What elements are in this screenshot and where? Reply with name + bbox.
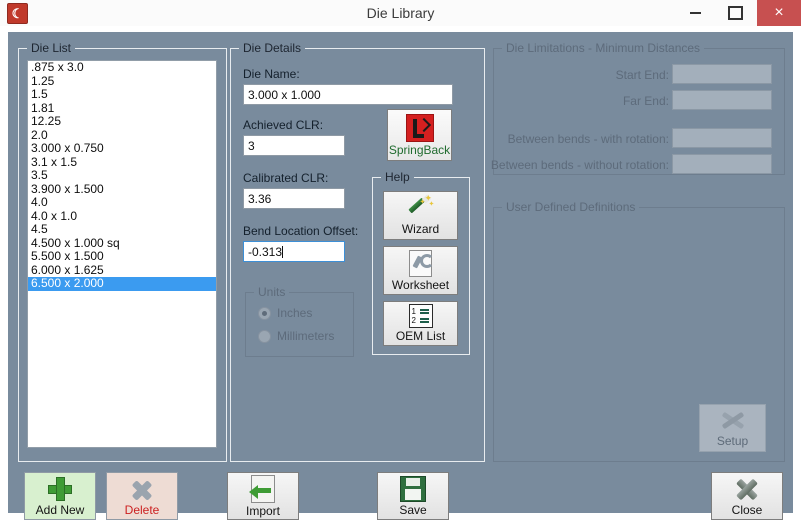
delete-button[interactable]: Delete xyxy=(106,472,178,520)
help-legend: Help xyxy=(381,170,414,184)
calibrated-clr-input[interactable]: 3.36 xyxy=(243,188,345,209)
die-name-input[interactable]: 3.000 x 1.000 xyxy=(243,84,453,105)
oem-list-icon: 1 2 xyxy=(408,304,433,328)
window-frame: Die List .875 x 3.0 1.25 1.5 1.81 12.25 2.0 3.… xyxy=(0,26,801,520)
die-list-item[interactable]: 1.25 xyxy=(28,74,216,89)
die-list-item[interactable]: 4.0 xyxy=(28,195,216,210)
text-caret xyxy=(282,246,284,258)
maximize-button[interactable] xyxy=(713,0,757,26)
close-button[interactable]: Close xyxy=(711,472,783,520)
save-label: Save xyxy=(399,502,427,517)
plus-icon xyxy=(47,476,73,502)
maximize-icon xyxy=(727,6,743,20)
close-label: Close xyxy=(731,502,763,517)
oem-icon-line2: 2 xyxy=(411,316,416,325)
die-list-item[interactable]: 3.900 x 1.500 xyxy=(28,182,216,197)
bend-location-offset-label: Bend Location Offset: xyxy=(243,224,359,238)
die-limitations-group: Die Limitations - Minimum Distances Star… xyxy=(490,41,785,175)
user-defined-legend: User Defined Definitions xyxy=(502,200,640,214)
worksheet-label: Worksheet xyxy=(391,277,450,292)
import-button[interactable]: Import xyxy=(227,472,299,520)
oem-icon-line1: 1 xyxy=(411,307,416,316)
setup-icon xyxy=(720,409,746,433)
die-list-item[interactable]: .875 x 3.0 xyxy=(28,61,216,75)
wizard-icon: ✦ ✦ ✦ xyxy=(407,194,434,221)
calibrated-clr-label: Calibrated CLR: xyxy=(243,171,329,185)
die-list-item[interactable]: 12.25 xyxy=(28,114,216,129)
close-x-icon xyxy=(734,476,760,502)
client-area: Die List .875 x 3.0 1.25 1.5 1.81 12.25 2.0 3.… xyxy=(8,32,793,520)
units-inches-radio[interactable]: Inches xyxy=(258,306,312,320)
close-window-button[interactable]: × xyxy=(757,0,801,26)
die-details-legend: Die Details xyxy=(239,41,306,55)
units-group: Units Inches Millimeters xyxy=(245,285,354,357)
minimize-icon xyxy=(689,12,701,14)
die-list[interactable]: .875 x 3.0 1.25 1.5 1.81 12.25 2.0 3.000 x 0.7… xyxy=(27,60,217,448)
die-list-item[interactable]: 3.000 x 0.750 xyxy=(28,141,216,156)
worksheet-button[interactable]: Worksheet xyxy=(383,246,458,295)
between-bends-with-rotation-label: Between bends - with rotation: xyxy=(507,132,669,146)
between-bends-without-rotation-label: Between bends - without rotation: xyxy=(490,158,669,172)
springback-button[interactable]: SpringBack xyxy=(387,109,452,161)
die-list-legend: Die List xyxy=(27,41,76,55)
radio-dot-icon xyxy=(258,306,271,320)
die-list-item[interactable]: 2.0 xyxy=(28,128,216,143)
title-bar: ☾ Die Library × xyxy=(0,0,801,26)
die-list-item[interactable]: 1.81 xyxy=(28,101,216,116)
import-label: Import xyxy=(245,503,280,518)
die-library-window: ☾ Die Library × Die List .875 x 3.0 1.25 1… xyxy=(0,0,801,520)
units-millimeters-label: Millimeters xyxy=(277,329,335,343)
springback-icon xyxy=(405,113,434,142)
die-list-item[interactable]: 4.500 x 1.000 sq xyxy=(28,236,216,251)
x-icon xyxy=(129,476,155,502)
add-new-label: Add New xyxy=(35,502,85,517)
user-defined-definitions-group: User Defined Definitions Setup xyxy=(493,200,785,462)
die-list-group: Die List .875 x 3.0 1.25 1.5 1.81 12.25 2.0 3.… xyxy=(18,41,227,462)
start-end-label: Start End: xyxy=(615,68,669,82)
between-bends-without-rotation-input xyxy=(672,154,772,174)
oem-list-label: OEM List xyxy=(395,329,446,343)
start-end-input xyxy=(672,64,772,84)
units-inches-label: Inches xyxy=(277,306,313,320)
bend-location-offset-input[interactable]: -0.313 xyxy=(243,241,345,262)
die-list-item[interactable]: 1.5 xyxy=(28,87,216,102)
springback-label: SpringBack xyxy=(388,142,451,157)
die-details-group: Die Details Die Name: 3.000 x 1.000 Achi… xyxy=(230,41,485,462)
setup-button[interactable]: Setup xyxy=(699,404,766,452)
die-list-item[interactable]: 4.0 x 1.0 xyxy=(28,209,216,224)
die-name-label: Die Name: xyxy=(243,67,300,81)
worksheet-icon xyxy=(409,249,434,277)
achieved-clr-label: Achieved CLR: xyxy=(243,118,324,132)
help-group: Help ✦ ✦ ✦ Wizard Worksheet 1 2 OEM List xyxy=(372,170,470,355)
units-legend: Units xyxy=(254,285,290,299)
achieved-clr-input[interactable]: 3 xyxy=(243,135,345,156)
save-button[interactable]: Save xyxy=(377,472,449,520)
die-list-item[interactable]: 6.500 x 2.000 xyxy=(28,276,216,291)
setup-label: Setup xyxy=(716,433,749,448)
wizard-label: Wizard xyxy=(401,222,440,236)
save-icon xyxy=(400,475,426,502)
die-list-item[interactable]: 3.5 xyxy=(28,168,216,183)
oem-list-button[interactable]: 1 2 OEM List xyxy=(383,301,458,346)
close-icon: × xyxy=(774,4,784,21)
add-new-button[interactable]: Add New xyxy=(24,472,96,520)
die-list-item[interactable]: 4.5 xyxy=(28,222,216,237)
minimize-button[interactable] xyxy=(673,0,717,26)
between-bends-with-rotation-input xyxy=(672,128,772,148)
die-list-item[interactable]: 6.000 x 1.625 xyxy=(28,263,216,278)
units-millimeters-radio[interactable]: Millimeters xyxy=(258,329,334,343)
bend-location-offset-value: -0.313 xyxy=(248,245,283,259)
wizard-button[interactable]: ✦ ✦ ✦ Wizard xyxy=(383,191,458,240)
far-end-label: Far End: xyxy=(622,94,669,108)
radio-dot-icon xyxy=(258,329,271,343)
delete-label: Delete xyxy=(124,502,160,517)
die-list-item[interactable]: 3.1 x 1.5 xyxy=(28,155,216,170)
far-end-input xyxy=(672,90,772,110)
die-list-item[interactable]: 5.500 x 1.500 xyxy=(28,249,216,264)
die-limitations-legend: Die Limitations - Minimum Distances xyxy=(502,41,705,55)
import-icon xyxy=(249,474,275,503)
